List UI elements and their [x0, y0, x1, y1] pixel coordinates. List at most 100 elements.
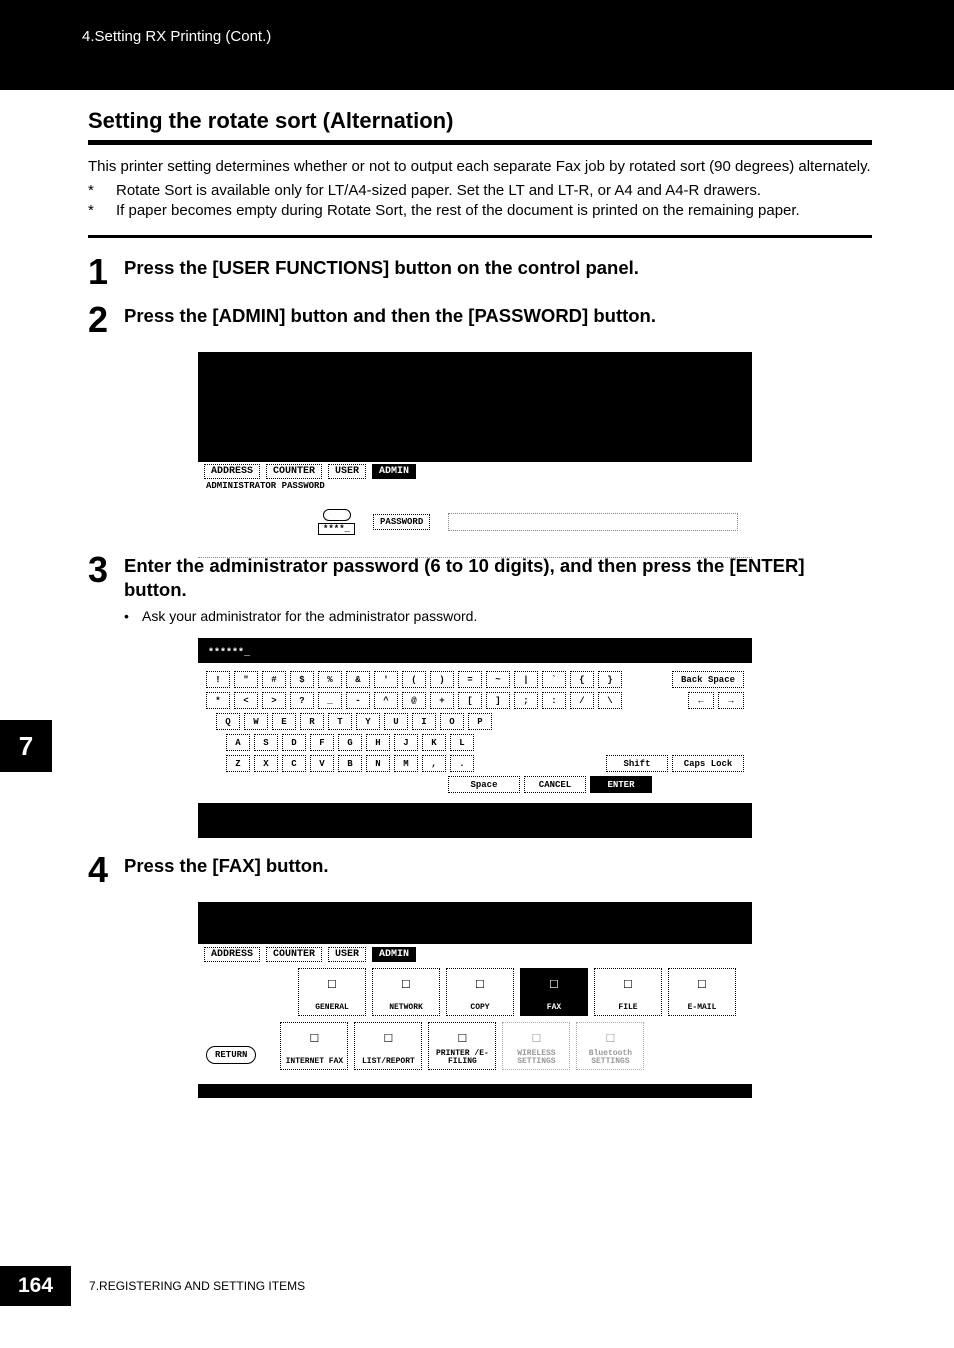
letter-key[interactable]: A: [226, 734, 250, 751]
key[interactable]: #: [262, 671, 286, 688]
key[interactable]: /: [570, 692, 594, 709]
key[interactable]: ): [430, 671, 454, 688]
page-number: 164: [0, 1266, 71, 1306]
letter-key[interactable]: G: [338, 734, 362, 751]
letter-key[interactable]: B: [338, 755, 362, 772]
letter-key[interactable]: Q: [216, 713, 240, 730]
key[interactable]: `: [542, 671, 566, 688]
arrow-key[interactable]: →: [718, 692, 744, 709]
key[interactable]: ~: [486, 671, 510, 688]
letter-key[interactable]: X: [254, 755, 278, 772]
menu-internetfax[interactable]: ☐INTERNET FAX: [280, 1022, 348, 1070]
tab-counter[interactable]: COUNTER: [266, 947, 322, 962]
letter-key[interactable]: O: [440, 713, 464, 730]
menu-icon: ☐: [595, 1026, 625, 1048]
letter-key[interactable]: F: [310, 734, 334, 751]
tab-address[interactable]: ADDRESS: [204, 947, 260, 962]
key[interactable]: ': [374, 671, 398, 688]
key[interactable]: ?: [290, 692, 314, 709]
key[interactable]: &: [346, 671, 370, 688]
letter-key[interactable]: K: [422, 734, 446, 751]
key[interactable]: @: [402, 692, 426, 709]
letter-key[interactable]: N: [366, 755, 390, 772]
letter-key[interactable]: R: [300, 713, 324, 730]
letter-key[interactable]: T: [328, 713, 352, 730]
menu-icon: ☐: [317, 972, 347, 994]
enter-key[interactable]: ENTER: [590, 776, 652, 793]
letter-key[interactable]: Y: [356, 713, 380, 730]
menu-copy[interactable]: ☐COPY: [446, 968, 514, 1016]
key[interactable]: %: [318, 671, 342, 688]
tab-admin[interactable]: ADMIN: [372, 947, 416, 962]
letter-key[interactable]: U: [384, 713, 408, 730]
key[interactable]: +: [430, 692, 454, 709]
tab-admin[interactable]: ADMIN: [372, 464, 416, 479]
return-button[interactable]: RETURN: [206, 1046, 256, 1064]
tab-counter[interactable]: COUNTER: [266, 464, 322, 479]
letter-key[interactable]: E: [272, 713, 296, 730]
password-button[interactable]: PASSWORD: [373, 514, 430, 530]
cancel-key[interactable]: CANCEL: [524, 776, 586, 793]
letter-key[interactable]: M: [394, 755, 418, 772]
key[interactable]: !: [206, 671, 230, 688]
key[interactable]: ]: [486, 692, 510, 709]
footer-text: 7.REGISTERING AND SETTING ITEMS: [89, 1279, 305, 1293]
menu-listreport[interactable]: ☐LIST/REPORT: [354, 1022, 422, 1070]
key[interactable]: ^: [374, 692, 398, 709]
key[interactable]: -: [346, 692, 370, 709]
letter-key[interactable]: .: [450, 755, 474, 772]
letter-key[interactable]: Z: [226, 755, 250, 772]
key[interactable]: $: [290, 671, 314, 688]
key[interactable]: >: [262, 692, 286, 709]
keyboard-row: QWERTYUIOP: [206, 713, 744, 730]
letter-key[interactable]: I: [412, 713, 436, 730]
tab-address[interactable]: ADDRESS: [204, 464, 260, 479]
menu-printerefiling[interactable]: ☐PRINTER /E-FILING: [428, 1022, 496, 1070]
key[interactable]: ": [234, 671, 258, 688]
key[interactable]: ;: [514, 692, 538, 709]
asterisk-icon: *: [88, 201, 116, 221]
key[interactable]: [: [458, 692, 482, 709]
space-key[interactable]: Space: [448, 776, 520, 793]
menu-file[interactable]: ☐FILE: [594, 968, 662, 1016]
key[interactable]: *: [206, 692, 230, 709]
tab-user[interactable]: USER: [328, 464, 366, 479]
menu-label: INTERNET FAX: [286, 1058, 344, 1066]
menu-icon: ☐: [465, 972, 495, 994]
key[interactable]: (: [402, 671, 426, 688]
key[interactable]: _: [318, 692, 342, 709]
letter-key[interactable]: W: [244, 713, 268, 730]
letter-key[interactable]: L: [450, 734, 474, 751]
key[interactable]: =: [458, 671, 482, 688]
tab-user[interactable]: USER: [328, 947, 366, 962]
menu-fax[interactable]: ☐FAX: [520, 968, 588, 1016]
key[interactable]: :: [542, 692, 566, 709]
menu-network[interactable]: ☐NETWORK: [372, 968, 440, 1016]
menu-icon: ☐: [373, 1026, 403, 1048]
letter-key[interactable]: ,: [422, 755, 446, 772]
keyboard-row: ZXCVBNM,. ShiftCaps Lock: [206, 755, 744, 772]
key[interactable]: }: [598, 671, 622, 688]
page-footer: 164 7.REGISTERING AND SETTING ITEMS: [0, 1266, 305, 1306]
key[interactable]: |: [514, 671, 538, 688]
key[interactable]: \: [598, 692, 622, 709]
key[interactable]: <: [234, 692, 258, 709]
menu-general[interactable]: ☐GENERAL: [298, 968, 366, 1016]
letter-key[interactable]: S: [254, 734, 278, 751]
letter-key[interactable]: J: [394, 734, 418, 751]
letter-key[interactable]: P: [468, 713, 492, 730]
steps-divider: [88, 235, 872, 238]
letter-key[interactable]: V: [310, 755, 334, 772]
backspace-key[interactable]: Back Space: [672, 671, 744, 688]
shift-key[interactable]: Shift: [606, 755, 668, 772]
menu-email[interactable]: ☐E-MAIL: [668, 968, 736, 1016]
capslock-key[interactable]: Caps Lock: [672, 755, 744, 772]
letter-key[interactable]: D: [282, 734, 306, 751]
keyboard-row: !"#$%&'()=~|`{} Back Space: [206, 671, 744, 688]
arrow-key[interactable]: ←: [688, 692, 714, 709]
letter-key[interactable]: H: [366, 734, 390, 751]
breadcrumb: 4.Setting RX Printing (Cont.): [82, 28, 271, 45]
letter-key[interactable]: C: [282, 755, 306, 772]
password-field[interactable]: [448, 513, 738, 531]
key[interactable]: {: [570, 671, 594, 688]
